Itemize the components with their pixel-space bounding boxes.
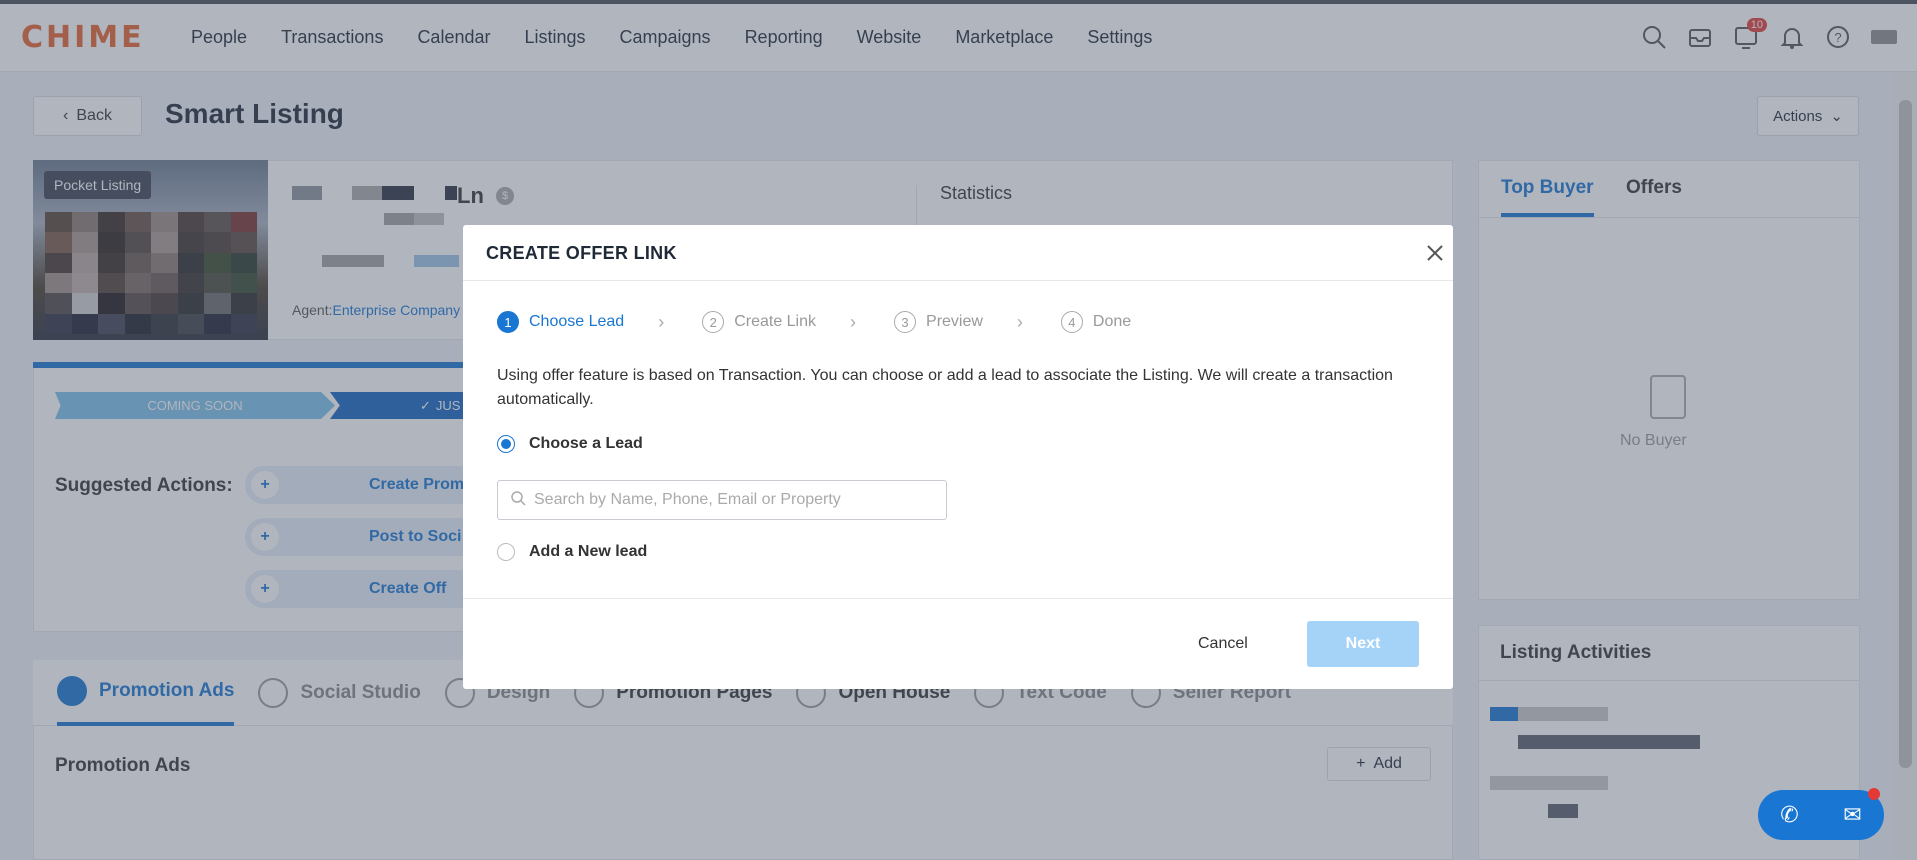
modal-divider	[463, 280, 1453, 281]
step-choose-lead: 1 Choose Lead	[497, 311, 624, 333]
step-label: Done	[1092, 313, 1132, 330]
radio-add-new-lead[interactable]: Add a New lead	[497, 543, 647, 561]
chevron-right-icon: ›	[658, 311, 665, 332]
cancel-button[interactable]: Cancel	[1198, 635, 1248, 653]
create-offer-link-modal: CREATE OFFER LINK 1 Choose Lead › 2 Create…	[463, 225, 1453, 689]
unread-indicator	[1868, 788, 1880, 800]
step-number: 2	[702, 311, 725, 333]
radio-unselected-icon	[497, 543, 515, 561]
chevron-right-icon: ›	[850, 311, 857, 332]
step-label: Create Link	[734, 313, 817, 330]
lead-search-input[interactable]	[534, 491, 934, 509]
modal-divider	[463, 598, 1453, 599]
modal-description: Using offer feature is based on Transact…	[497, 367, 1393, 408]
next-button[interactable]: Next	[1307, 621, 1419, 667]
search-icon	[510, 490, 526, 511]
step-label: Choose Lead	[529, 313, 625, 330]
radio-choose-lead[interactable]: Choose a Lead	[497, 435, 643, 453]
contact-widget[interactable]: ✆ ✉	[1758, 790, 1884, 840]
step-number: 4	[1060, 311, 1083, 333]
radio-label: Choose a Lead	[529, 435, 643, 452]
step-label: Preview	[926, 313, 983, 330]
radio-selected-icon	[497, 435, 515, 453]
chat-icon[interactable]: ✉	[1843, 802, 1861, 828]
phone-icon[interactable]: ✆	[1780, 802, 1798, 828]
chevron-right-icon: ›	[1016, 311, 1023, 332]
step-indicator: 1 Choose Lead › 2 Create Link › 3 Preview ›…	[497, 311, 1131, 333]
lead-search-field[interactable]	[497, 480, 947, 520]
close-icon[interactable]	[1423, 241, 1447, 265]
step-number: 3	[894, 311, 917, 333]
step-preview: 3 Preview	[894, 311, 983, 333]
step-number: 1	[497, 311, 519, 333]
step-done: 4 Done	[1060, 311, 1132, 333]
radio-label: Add a New lead	[529, 543, 648, 560]
step-create-link: 2 Create Link	[702, 311, 816, 333]
modal-title: CREATE OFFER LINK	[486, 243, 677, 263]
